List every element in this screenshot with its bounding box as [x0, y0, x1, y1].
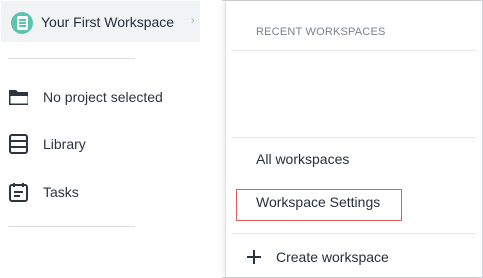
create-workspace-button[interactable]: Create workspace [246, 245, 389, 269]
sidebar-item-project[interactable]: No project selected [0, 77, 222, 117]
workspace-menu: RECENT WORKSPACES All workspaces Workspa… [225, 1, 480, 277]
library-icon [9, 134, 28, 154]
workspace-switcher[interactable]: Your First Workspace › [1, 1, 200, 42]
sidebar-item-label: Tasks [43, 184, 79, 200]
workspace-logo-icon [11, 12, 33, 34]
sidebar-item-tasks[interactable]: Tasks [0, 172, 222, 212]
tasks-icon [9, 183, 28, 202]
sidebar-item-label: No project selected [43, 89, 163, 105]
highlight-box [236, 189, 402, 221]
sidebar-divider [8, 58, 135, 59]
sidebar-item-library[interactable]: Library [0, 124, 222, 164]
workspace-name: Your First Workspace [41, 14, 175, 30]
all-workspaces-item[interactable]: All workspaces [256, 151, 349, 167]
chevron-right-icon: › [191, 15, 195, 27]
menu-divider [231, 50, 476, 51]
create-workspace-label: Create workspace [276, 249, 389, 265]
menu-divider [231, 137, 476, 138]
sidebar-item-label: Library [43, 136, 86, 152]
folder-icon [9, 90, 28, 105]
plus-icon [246, 249, 262, 265]
sidebar-divider [8, 226, 135, 227]
menu-divider [231, 233, 476, 234]
sidebar: Your First Workspace › No project select… [0, 0, 222, 278]
recent-workspaces-header: RECENT WORKSPACES [256, 26, 386, 38]
